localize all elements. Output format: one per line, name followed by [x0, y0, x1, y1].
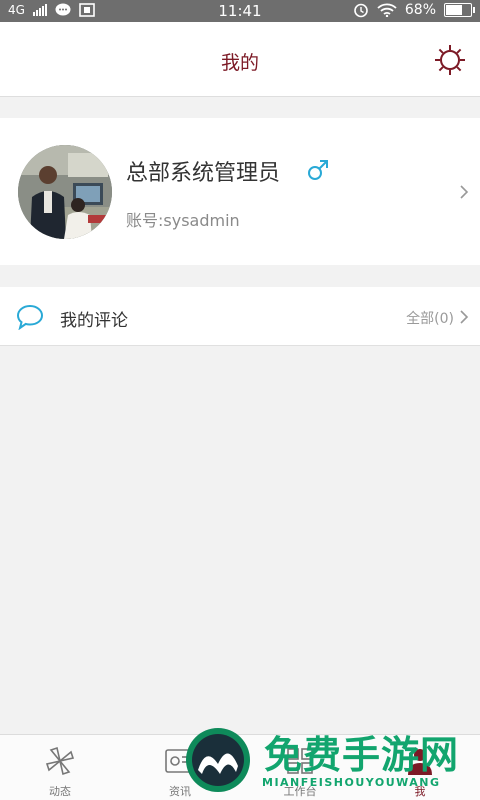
page-title: 我的	[220, 52, 259, 74]
gear-icon[interactable]	[434, 44, 466, 76]
top-bar: 我的	[0, 22, 480, 97]
alarm-icon	[354, 3, 368, 18]
watermark-subtitle: MIANFEISHOUYOUWANG	[262, 776, 441, 789]
chevron-right-icon	[460, 185, 469, 199]
watermark: 免费手游网 MIANFEISHOUYOUWANG	[180, 722, 480, 800]
battery-fill	[446, 5, 462, 15]
watermark-logo	[186, 728, 250, 792]
male-icon	[308, 160, 328, 180]
wifi-icon	[377, 3, 397, 17]
chevron-right-icon	[460, 310, 469, 324]
account-id: 账号:sysadmin	[126, 211, 240, 230]
comment-icon	[16, 304, 44, 330]
battery-icon	[444, 3, 475, 17]
tab-dynamics[interactable]: 动态	[0, 735, 120, 800]
status-right: 68%	[353, 2, 475, 18]
profile-card[interactable]: 总部系统管理员 ♂ 账号:sysadmin	[0, 118, 480, 265]
status-bar: 4G 11:41 68%	[0, 0, 480, 22]
all-comments-link[interactable]: 全部(0)	[406, 308, 454, 328]
watermark-title: 免费手游网	[264, 733, 460, 777]
my-comments-label: 我的评论	[60, 311, 128, 331]
battery-percent: 68%	[404, 2, 436, 18]
my-comments-row[interactable]: 我的评论 全部(0)	[0, 287, 480, 346]
user-name: 总部系统管理员	[126, 161, 281, 186]
pinwheel-icon	[45, 746, 75, 776]
tab-dynamics-label: 动态	[49, 785, 71, 798]
avatar	[18, 145, 112, 239]
